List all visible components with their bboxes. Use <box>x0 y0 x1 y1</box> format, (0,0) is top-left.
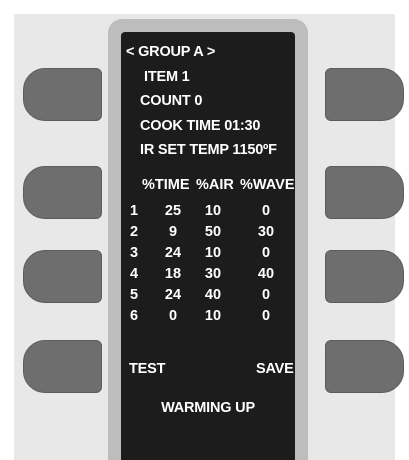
time-value: 18 <box>164 266 182 282</box>
left-softkey-3[interactable] <box>23 250 102 303</box>
left-softkey-1[interactable] <box>23 68 102 121</box>
air-value: 10 <box>204 308 222 324</box>
table-row: 4 18 30 40 <box>130 266 286 282</box>
table-row: 6 0 10 0 <box>130 308 286 324</box>
row-index: 6 <box>130 308 139 324</box>
time-value: 25 <box>164 203 182 219</box>
left-softkey-test[interactable] <box>23 340 102 393</box>
wave-value: 0 <box>261 287 271 303</box>
time-value: 24 <box>164 245 182 261</box>
wave-value: 30 <box>257 224 275 240</box>
table-row: 5 24 40 0 <box>130 287 286 303</box>
wave-value: 40 <box>257 266 275 282</box>
right-softkey-3[interactable] <box>325 250 404 303</box>
right-softkey-save[interactable] <box>325 340 404 393</box>
header-percent-air: %AIR <box>196 177 234 193</box>
wave-value: 0 <box>261 308 271 324</box>
save-softkey-label[interactable]: SAVE <box>256 361 294 377</box>
right-softkey-1[interactable] <box>325 68 404 121</box>
row-index: 3 <box>130 245 139 261</box>
row-index: 5 <box>130 287 139 303</box>
row-index: 2 <box>130 224 139 240</box>
air-value: 10 <box>204 203 222 219</box>
table-row: 2 9 50 30 <box>130 224 286 240</box>
air-value: 30 <box>204 266 222 282</box>
header-percent-wave: %WAVE <box>240 177 295 193</box>
ir-set-temp-label: IR SET TEMP 1150ºF <box>140 142 277 158</box>
row-index: 4 <box>130 266 139 282</box>
time-value: 24 <box>164 287 182 303</box>
air-value: 50 <box>204 224 222 240</box>
wave-value: 0 <box>261 245 271 261</box>
air-value: 40 <box>204 287 222 303</box>
status-message: WARMING UP <box>161 400 255 416</box>
table-row: 1 25 10 0 <box>130 203 286 219</box>
time-value: 0 <box>168 308 178 324</box>
table-row: 3 24 10 0 <box>130 245 286 261</box>
time-value: 9 <box>168 224 178 240</box>
air-value: 10 <box>204 245 222 261</box>
row-index: 1 <box>130 203 139 219</box>
left-softkey-2[interactable] <box>23 166 102 219</box>
header-percent-time: %TIME <box>142 177 190 193</box>
wave-value: 0 <box>261 203 271 219</box>
cook-time-label: COOK TIME 01:30 <box>140 118 261 134</box>
group-selector[interactable]: < GROUP A > <box>126 44 215 60</box>
right-softkey-2[interactable] <box>325 166 404 219</box>
count-label: COUNT 0 <box>140 93 203 109</box>
test-softkey-label[interactable]: TEST <box>129 361 165 377</box>
item-label: ITEM 1 <box>144 69 190 85</box>
